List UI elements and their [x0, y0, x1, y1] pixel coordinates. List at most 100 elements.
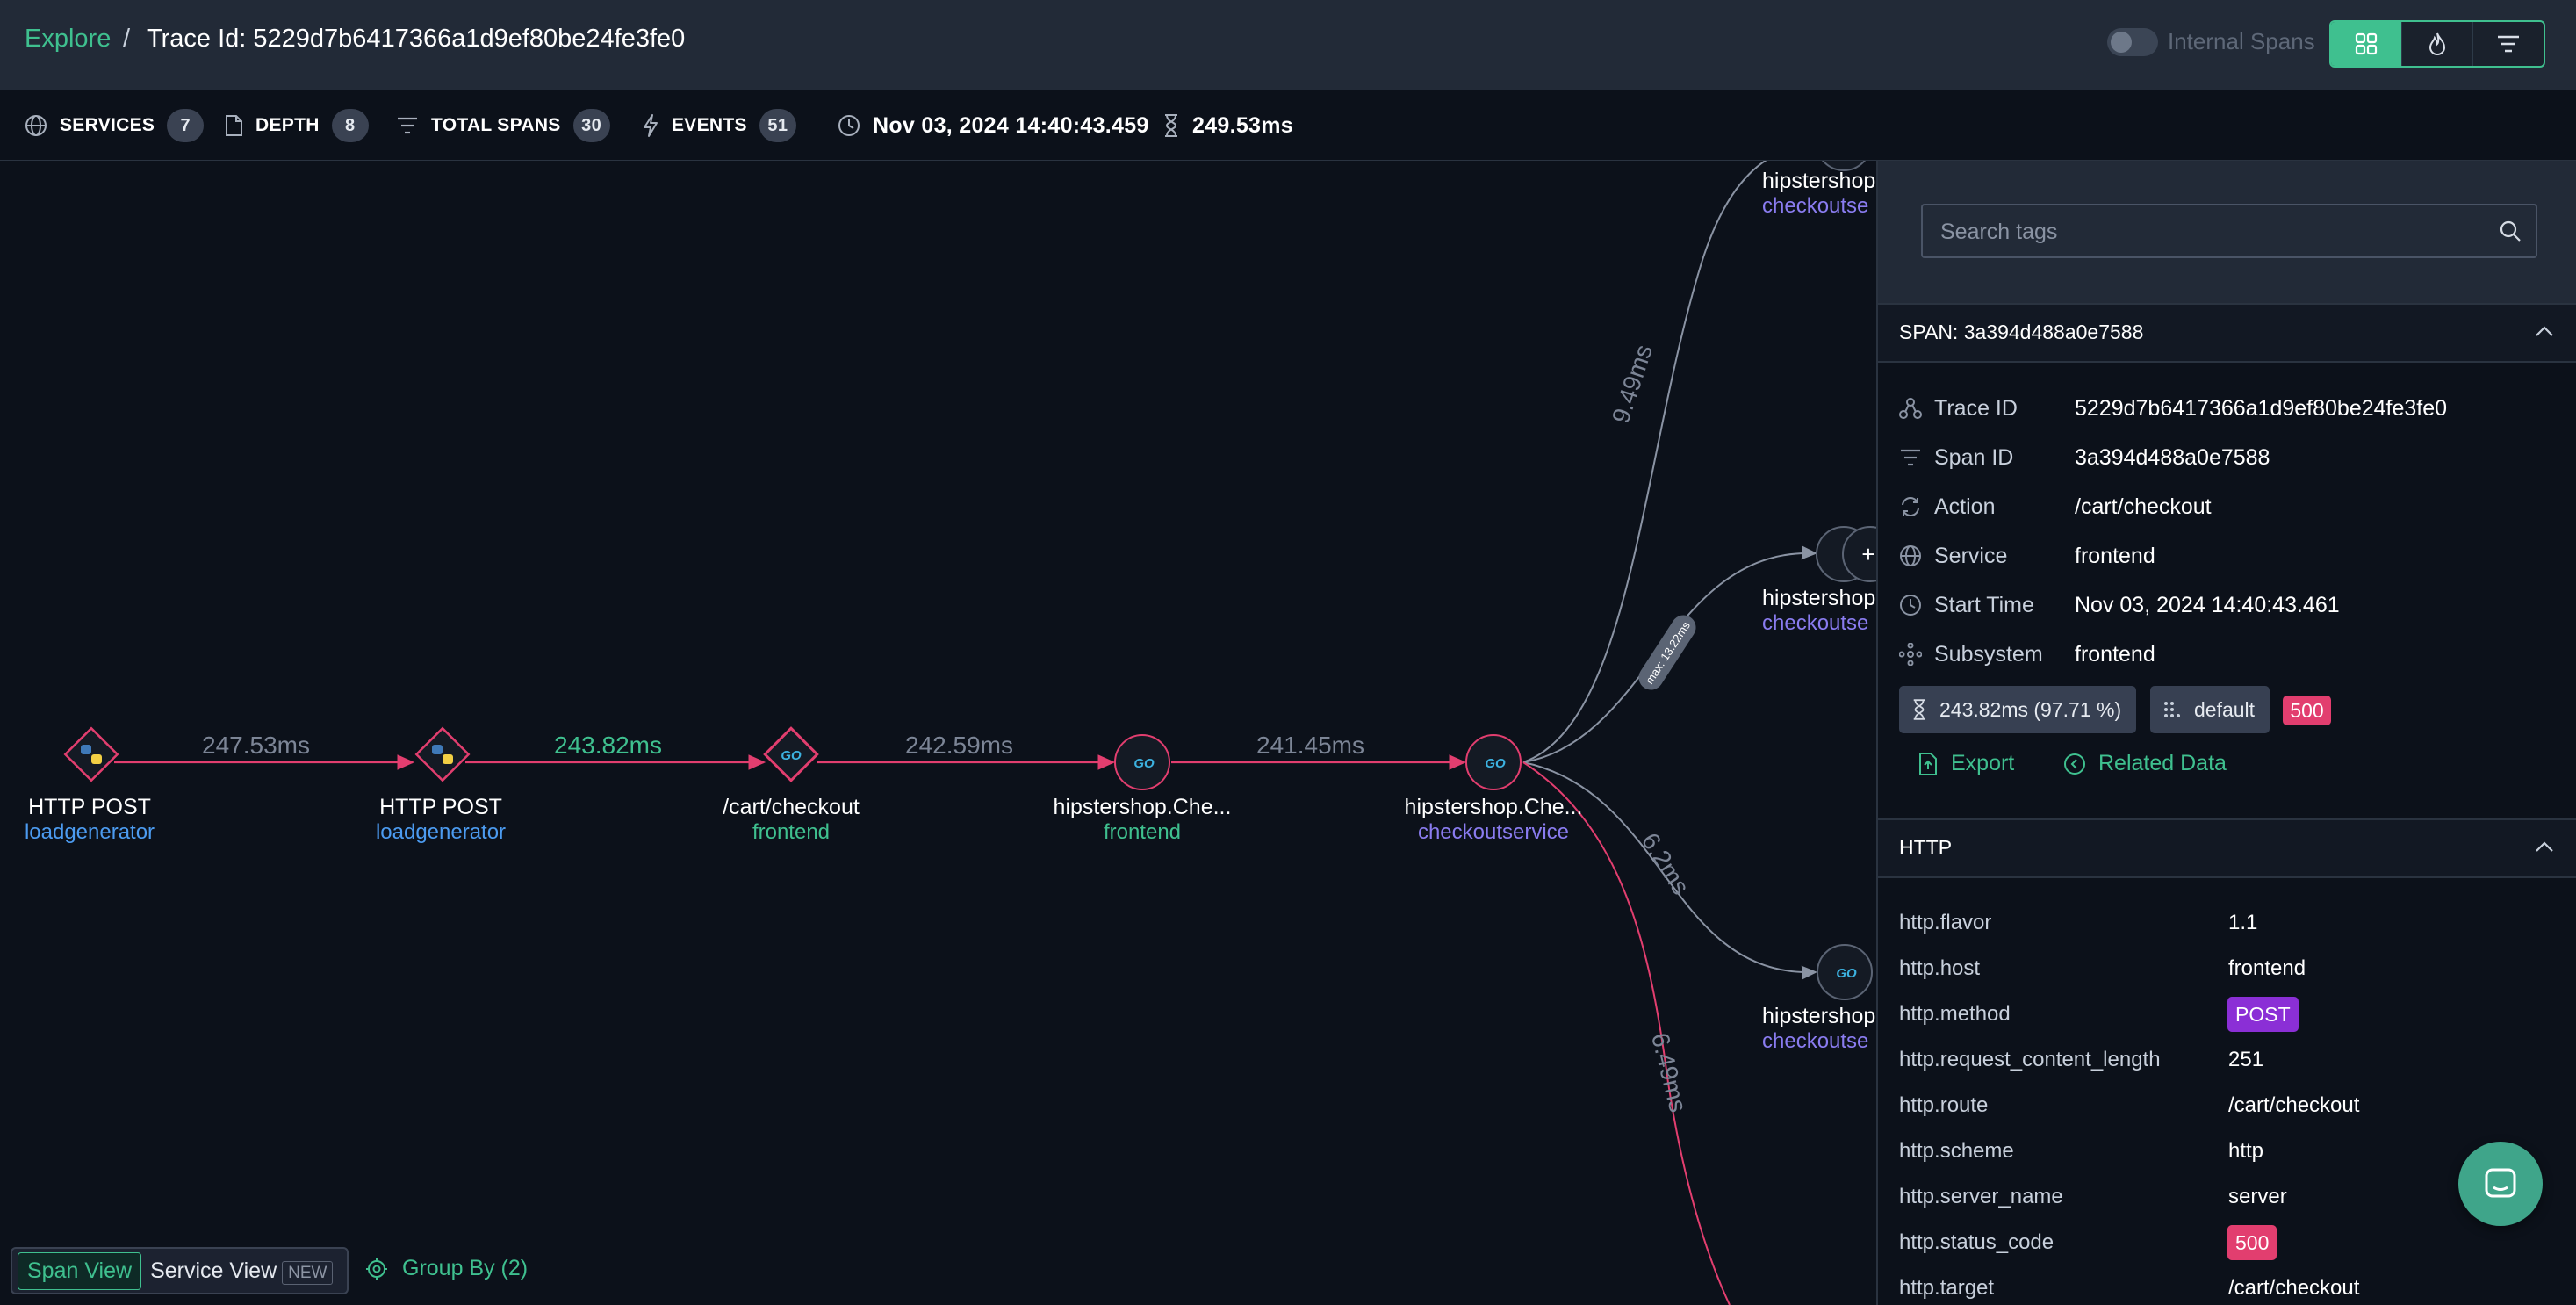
node-cart-checkout[interactable]: GO — [763, 726, 819, 782]
collapsed-edge-pill[interactable]: max: 13.22ms — [1634, 610, 1701, 695]
http-key: http.method — [1899, 1002, 2011, 1026]
node-http-post-2[interactable] — [414, 726, 471, 782]
span-view-tab[interactable]: Span View — [18, 1251, 142, 1290]
group-by-button[interactable]: Group By (2) — [365, 1256, 528, 1281]
export-label: Export — [1951, 751, 2015, 775]
field-key: Span ID — [1934, 444, 2014, 470]
related-data-label: Related Data — [2098, 751, 2227, 775]
default-chip: default — [2150, 686, 2270, 733]
lightning-icon — [644, 114, 658, 137]
search-icon[interactable] — [2499, 220, 2522, 242]
node-label-4: hipstershop.Che... frontend — [1036, 795, 1248, 845]
http-key: http.route — [1899, 1093, 1989, 1117]
http-key: http.target — [1899, 1276, 1995, 1300]
group-by-label: Group By (2) — [402, 1256, 529, 1280]
internal-spans-toggle[interactable] — [2107, 28, 2158, 56]
field-key: Action — [1934, 494, 1996, 519]
field-key: Service — [1934, 543, 2008, 568]
search-box — [1921, 204, 2537, 258]
spans-label: TOTAL SPANS — [431, 115, 561, 135]
node-label-5: hipstershop.Che... checkoutservice — [1387, 795, 1600, 845]
go-icon: GO — [781, 748, 802, 763]
node-service: loadgenerator — [24, 820, 155, 844]
node-label-2: HTTP POST loadgenerator — [351, 795, 530, 845]
http-key: http.server_name — [1899, 1185, 2063, 1208]
node-title: hipstershop — [1762, 1004, 1876, 1028]
node-checkout-service[interactable]: GO — [1465, 734, 1522, 790]
http-section-title: HTTP — [1899, 836, 1953, 859]
node-checkout-frontend[interactable]: GO — [1114, 734, 1170, 790]
http-method-badge: POST — [2227, 997, 2299, 1032]
clock-icon — [838, 115, 860, 136]
chat-icon — [2485, 1168, 2516, 1198]
field-value: frontend — [2075, 641, 2155, 667]
field-value: 3a394d488a0e7588 — [2075, 444, 2270, 470]
view-mode-tabs: Span View Service View NEW — [11, 1247, 349, 1294]
start-time-stat: Nov 03, 2024 14:40:43.459 — [838, 109, 1149, 142]
graph-view-icon — [2355, 32, 2378, 55]
http-value: /cart/checkout — [2228, 1276, 2360, 1300]
services-stat: SERVICES 7 — [25, 109, 205, 142]
field-value: frontend — [2075, 543, 2155, 568]
list-view-icon — [2498, 35, 2519, 53]
field-span-id: Span ID 3a394d488a0e7588 — [1899, 440, 2270, 475]
collapsed-edge-label: max: 13.22ms — [1643, 619, 1693, 687]
node-branch-bottom[interactable]: GO — [1817, 944, 1873, 1000]
node-http-post-1[interactable] — [63, 726, 119, 782]
spans-count: 30 — [572, 109, 610, 142]
node-title: /cart/checkout — [723, 795, 860, 819]
node-service: frontend — [752, 820, 831, 844]
depth-label: DEPTH — [255, 115, 320, 135]
list-view-button[interactable] — [2472, 22, 2544, 66]
node-label-7: hipstershop checkoutse — [1762, 586, 1875, 636]
field-service: Service frontend — [1899, 538, 2155, 573]
http-key: http.status_code — [1899, 1230, 2054, 1254]
flame-view-button[interactable] — [2401, 22, 2472, 66]
target-icon — [366, 1258, 387, 1280]
edge-label-1: 247.53ms — [202, 732, 310, 759]
node-service: checkoutse — [1762, 194, 1869, 218]
service-view-tab[interactable]: Service View NEW — [141, 1253, 342, 1289]
expand-plus-icon: + — [1861, 541, 1874, 567]
node-service: loadgenerator — [375, 820, 507, 844]
go-icon: GO — [1485, 756, 1506, 771]
span-section-header[interactable]: SPAN: 3a394d488a0e7588 — [1878, 303, 2576, 363]
http-key: http.host — [1899, 956, 1981, 980]
globe-icon — [25, 115, 47, 136]
trace-icon — [1899, 398, 1922, 419]
document-icon — [226, 115, 242, 136]
globe-icon — [1900, 545, 1921, 566]
edge-label-3: 242.59ms — [905, 732, 1013, 759]
spans-icon — [398, 117, 417, 134]
export-button[interactable]: Export — [1918, 751, 2014, 776]
http-value: 251 — [2228, 1048, 2264, 1071]
breadcrumb-separator: / — [123, 25, 131, 53]
duration-chip-value: 243.82ms (97.71 %) — [1939, 697, 2122, 721]
graph-view-button[interactable] — [2331, 22, 2401, 66]
chat-button[interactable] — [2458, 1142, 2543, 1226]
view-switch — [2329, 20, 2545, 68]
breadcrumb-explore-link[interactable]: Explore — [25, 25, 111, 54]
field-value: Nov 03, 2024 14:40:43.461 — [2075, 592, 2340, 617]
http-section-header[interactable]: HTTP — [1878, 818, 2576, 878]
field-value: /cart/checkout — [2075, 494, 2212, 519]
node-branch-middle[interactable]: + — [1816, 526, 1876, 582]
search-tags-input[interactable] — [1923, 205, 2504, 258]
duration-stat: 249.53ms — [1162, 109, 1293, 142]
toggle-knob — [2111, 32, 2132, 53]
subsystem-icon — [1899, 643, 1922, 666]
chevron-up-icon[interactable] — [2534, 840, 2555, 854]
related-data-button[interactable]: Related Data — [2063, 751, 2227, 776]
field-start-time: Start Time Nov 03, 2024 14:40:43.461 — [1899, 588, 2340, 623]
clock-icon — [1900, 595, 1921, 616]
go-icon: GO — [1836, 966, 1857, 981]
node-title: hipstershop — [1762, 169, 1876, 193]
node-label-1: HTTP POST loadgenerator — [0, 795, 179, 845]
edge-label-2: 243.82ms — [554, 732, 662, 759]
field-key: Subsystem — [1934, 641, 2043, 667]
top-header: Explore / Trace Id: 5229d7b6417366a1d9ef… — [0, 0, 2576, 90]
chevron-up-icon[interactable] — [2534, 324, 2555, 338]
node-title: HTTP POST — [28, 795, 151, 819]
span-details-panel: SPAN: 3a394d488a0e7588 Trace ID 5229d7b6… — [1876, 161, 2576, 1305]
depth-stat: DEPTH 8 — [224, 109, 369, 142]
